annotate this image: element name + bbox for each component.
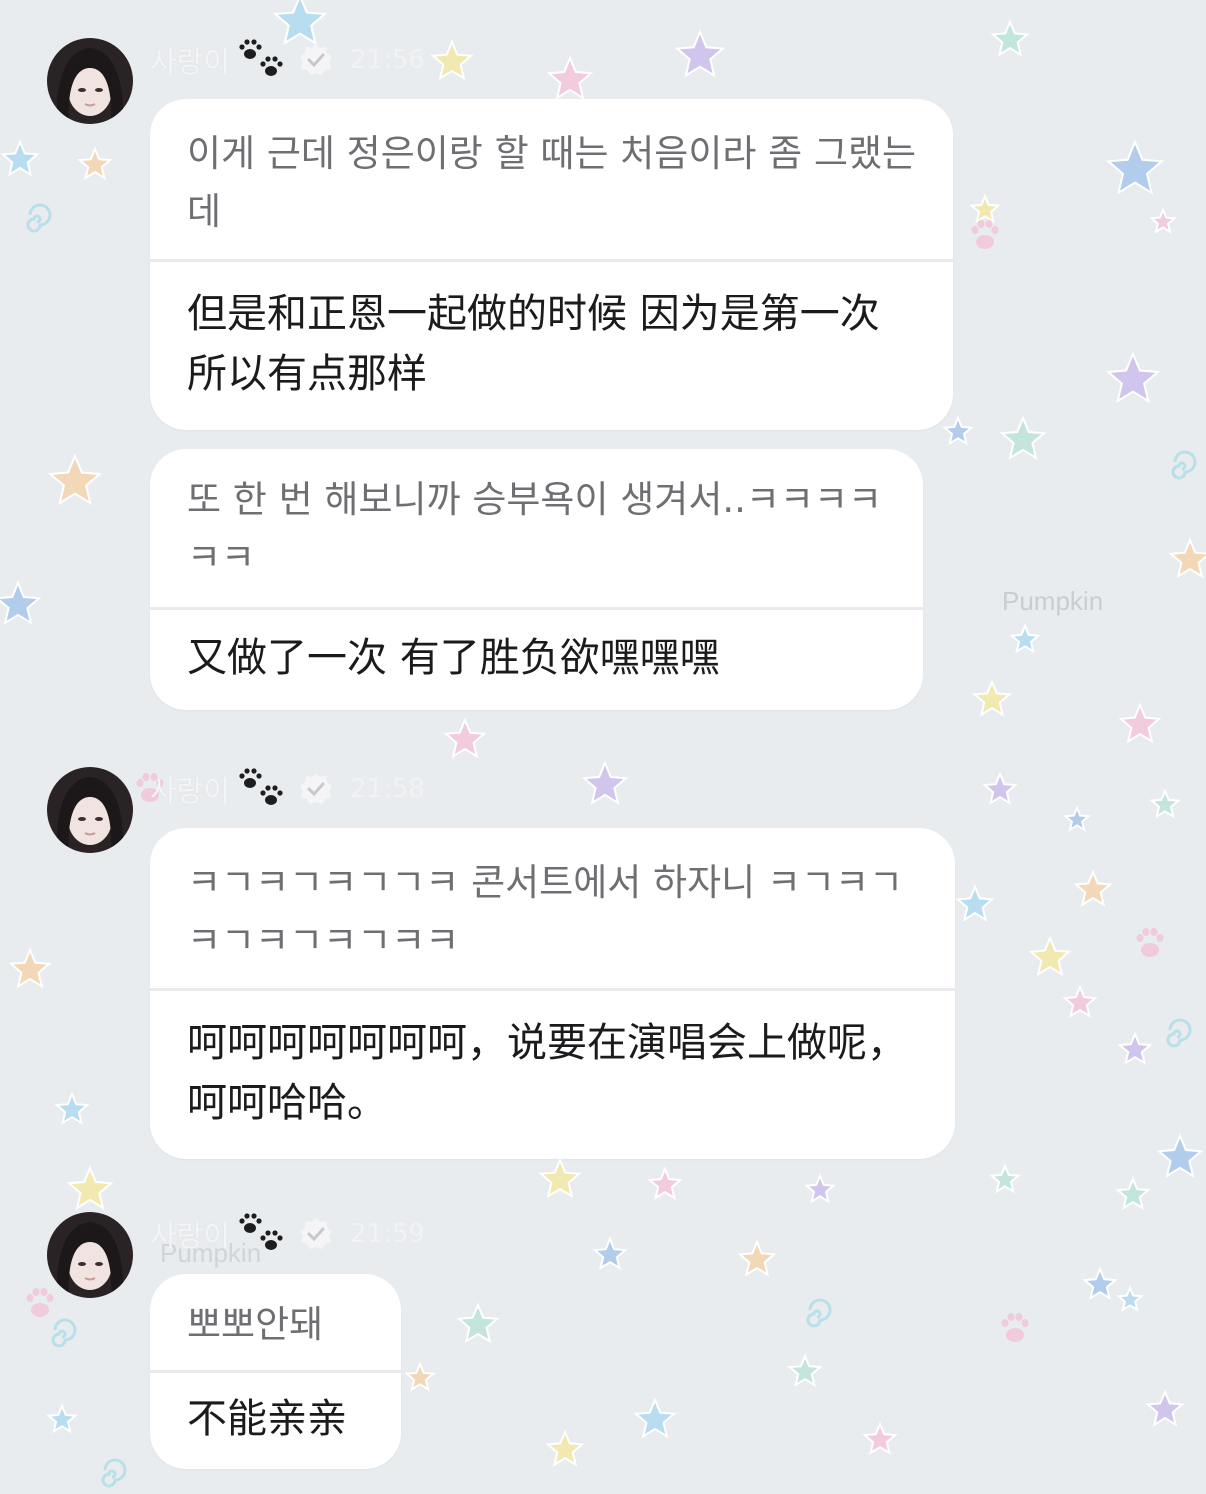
star-icon [804,1173,836,1204]
star-icon [1118,702,1162,744]
star-icon [46,1403,78,1434]
star-icon [77,146,113,181]
star-icon [999,415,1047,460]
chat-bubble[interactable]: 또 한 번 해보니까 승부욕이 생겨서..ㅋㅋㅋㅋㅋㅋ 又做了一次 有了胜负欲嘿… [150,449,923,710]
verified-check-icon [298,42,334,78]
paw-icon [971,220,999,249]
avatar[interactable] [47,1212,133,1298]
sender-name: 사랑이 [150,1219,231,1253]
original-message-text: 이게 근데 정은이랑 할 때는 처음이라 좀 그랬는데 [187,132,917,233]
original-message-text: 뽀뽀안돼 [187,1303,324,1346]
translated-message-text: 不能亲亲 [187,1396,347,1442]
star-icon [456,1302,500,1344]
swirl-icon [1171,450,1197,480]
star-icon [8,947,52,989]
paw-prints-icon [238,1212,286,1256]
avatar[interactable] [47,767,133,853]
translated-message-text: 但是和正恩一起做的时候 因为是第一次 所以有点那样 [187,291,880,397]
star-icon [1073,869,1113,907]
star-icon [0,580,42,625]
star-icon [647,1166,683,1201]
star-icon [430,39,474,81]
star-icon [0,139,40,177]
verified-check-icon [298,1216,334,1252]
swirl-icon [26,203,52,233]
paw-icon [26,1288,54,1317]
timestamp: 21:59 [350,1219,425,1249]
sender-name: 사랑이 [150,774,231,808]
star-icon [969,193,1001,224]
paw-prints-icon [238,767,286,811]
star-icon [1009,623,1041,654]
star-icon [546,55,594,100]
star-icon [972,679,1012,717]
message-header: 사랑이 21:58 [150,767,425,811]
star-icon [989,1163,1021,1194]
star-icon [1105,351,1161,404]
star-icon [1063,805,1091,832]
avatar[interactable] [47,38,133,124]
star-icon [1168,537,1206,579]
star-icon [1116,1285,1144,1312]
watermark-text: Pumpkin [1002,586,1103,616]
star-icon [787,1353,823,1388]
original-message-text: 또 한 번 해보니까 승부욕이 생겨서..ㅋㅋㅋㅋㅋㅋ [187,478,883,579]
star-icon [443,717,487,759]
star-icon [1156,1133,1204,1178]
paw-icon [1001,1313,1029,1342]
star-icon [545,1429,585,1467]
message-header: 사랑이 21:56 [150,38,425,82]
star-icon [1117,1031,1153,1066]
star-icon [404,1361,436,1392]
chat-bubble[interactable]: 이게 근데 정은이랑 할 때는 처음이라 좀 그랬는데 但是和正恩一起做的时候 … [150,99,953,430]
star-icon [581,760,629,805]
star-icon [982,771,1018,806]
star-icon [1149,788,1181,819]
star-icon [990,19,1030,57]
star-icon [1115,1176,1151,1211]
original-message-text: ㅋㄱㅋㄱㅋㄱㄱㅋ 콘서트에서 하자니 ㅋㄱㅋㄱㅋㄱㅋㄱㅋㄱㅋㅋ [187,861,904,962]
chat-bubble[interactable]: 뽀뽀안돼 不能亲亲 [150,1274,401,1469]
timestamp: 21:58 [350,774,425,804]
paw-icon [1136,928,1164,957]
star-icon [1082,1266,1118,1301]
swirl-icon [101,1458,127,1488]
translated-message-text: 又做了一次 有了胜负欲嘿嘿嘿 [187,635,720,681]
paw-prints-icon [238,38,286,82]
star-icon [1105,139,1165,195]
star-icon [674,29,726,78]
sender-name: 사랑이 [150,45,231,79]
star-icon [955,884,995,922]
star-icon [538,1157,582,1199]
chat-bubble[interactable]: ㅋㄱㅋㄱㅋㄱㄱㅋ 콘서트에서 하자니 ㅋㄱㅋㄱㅋㄱㅋㄱㅋㄱㅋㅋ 呵呵呵呵呵呵呵，… [150,828,955,1159]
star-icon [272,0,328,46]
star-icon [54,1091,90,1126]
star-icon [862,1421,898,1456]
translated-message-text: 呵呵呵呵呵呵呵，说要在演唱会上做呢，呵呵哈哈。 [187,1020,907,1126]
swirl-icon [1166,1018,1192,1048]
swirl-icon [51,1318,77,1348]
star-icon [633,1397,677,1439]
star-icon [1028,935,1072,977]
verified-check-icon [298,771,334,807]
timestamp: 21:56 [350,45,425,75]
star-icon [592,1236,628,1271]
star-icon [47,453,103,506]
message-header: 사랑이 21:59 [150,1212,425,1256]
star-icon [737,1239,777,1277]
star-icon [66,1165,114,1210]
star-icon [1145,1389,1185,1427]
star-icon [1149,207,1177,234]
star-icon [1062,984,1098,1019]
swirl-icon [806,1298,832,1328]
